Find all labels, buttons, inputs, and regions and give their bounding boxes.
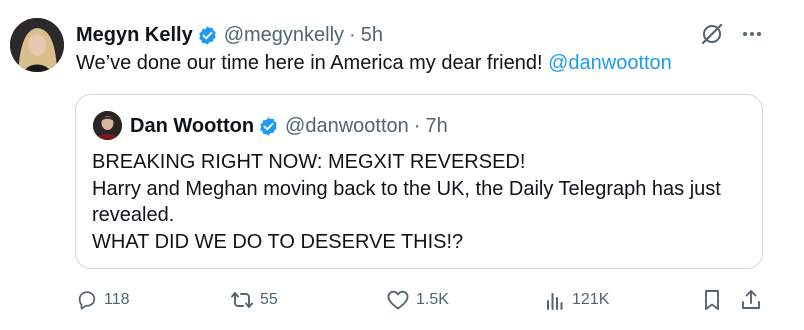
repost-icon: [230, 289, 254, 311]
reply-icon: [76, 289, 98, 311]
more-icon[interactable]: [741, 22, 763, 46]
repost-button[interactable]: 55: [230, 286, 278, 314]
like-count: 1.5K: [416, 291, 449, 308]
bookmark-button[interactable]: [701, 286, 723, 314]
share-icon: [739, 288, 763, 312]
tweet-body: We’ve done our time here in America my d…: [76, 52, 543, 74]
like-button[interactable]: 1.5K: [386, 286, 449, 314]
separator-dot: ·: [413, 114, 421, 137]
reply-count: 118: [104, 291, 130, 308]
author-handle[interactable]: @megynkelly: [224, 24, 344, 47]
reply-button[interactable]: 118: [76, 286, 130, 314]
repost-count: 55: [260, 291, 278, 308]
verified-badge-icon: [197, 25, 218, 46]
tweet-timestamp[interactable]: 5h: [361, 24, 383, 47]
mention-link[interactable]: @danwootton: [548, 52, 672, 74]
quoted-text-line: BREAKING RIGHT NOW: MEGXIT REVERSED!: [92, 151, 526, 173]
heart-icon: [386, 289, 410, 311]
author-avatar[interactable]: [10, 18, 64, 72]
quoted-tweet-header: Dan Wootton @danwootton · 7h: [130, 112, 448, 140]
quoted-text-line: revealed.: [92, 204, 175, 226]
quoted-author-avatar[interactable]: [93, 111, 122, 140]
bookmark-icon: [701, 288, 723, 312]
views-button[interactable]: 121K: [544, 286, 609, 314]
grok-icon[interactable]: [700, 22, 724, 46]
analytics-icon: [544, 289, 566, 311]
quoted-tweet-card[interactable]: Dan Wootton @danwootton · 7h BREAKING RI…: [75, 94, 763, 269]
view-count: 121K: [572, 291, 610, 308]
quoted-author-name[interactable]: Dan Wootton: [130, 115, 254, 138]
author-name[interactable]: Megyn Kelly: [76, 24, 193, 47]
verified-badge-icon: [258, 116, 279, 137]
quoted-tweet-timestamp[interactable]: 7h: [425, 115, 447, 138]
tweet-action-bar: 118 55 1.5K 121K: [0, 286, 804, 314]
quoted-text-line: Harry and Meghan moving back to the UK, …: [92, 177, 721, 200]
quoted-tweet-text: BREAKING RIGHT NOW: MEGXIT REVERSED! Har…: [92, 149, 721, 255]
tweet-header: Megyn Kelly @megynkelly · 5h: [76, 22, 383, 48]
quoted-text-line: WHAT DID WE DO TO DESERVE THIS!?: [92, 230, 464, 253]
tweet-text: We’ve done our time here in America my d…: [76, 50, 672, 76]
separator-dot: ·: [349, 23, 356, 46]
share-button[interactable]: [739, 286, 763, 314]
quoted-author-handle[interactable]: @danwootton: [285, 115, 409, 138]
